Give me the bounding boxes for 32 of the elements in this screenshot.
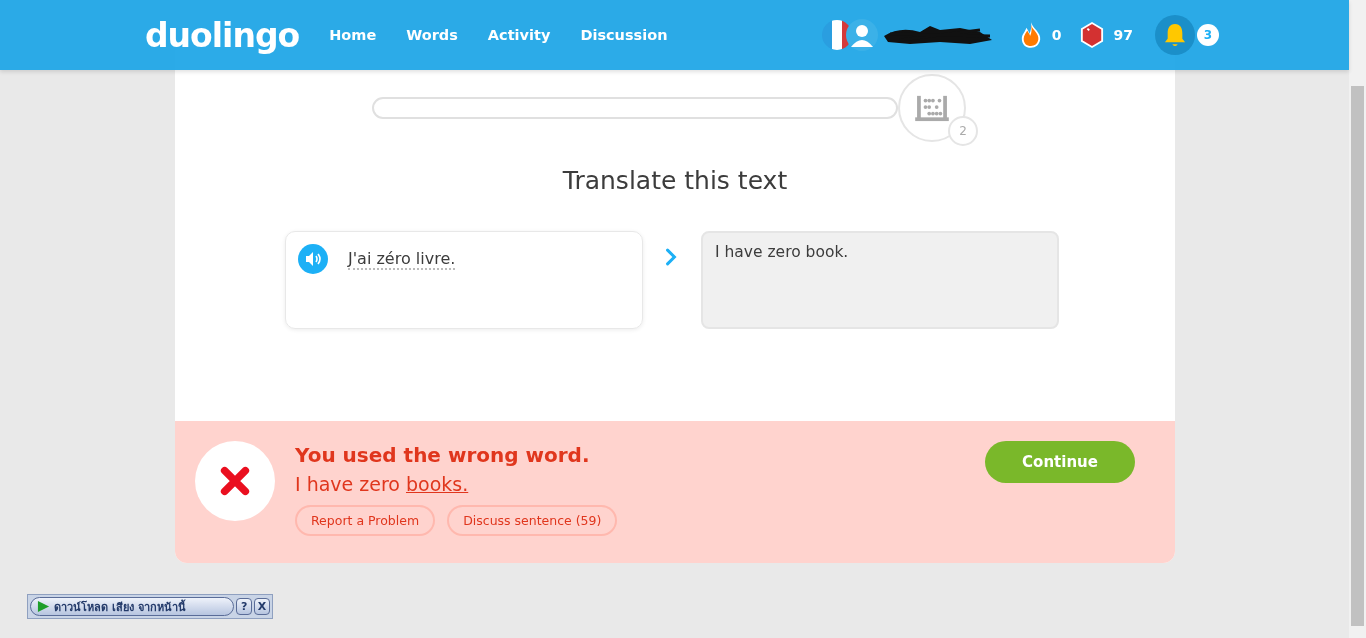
flame-icon[interactable] bbox=[1019, 21, 1042, 49]
streak-count: 0 bbox=[1051, 27, 1062, 43]
feedback-heading: You used the wrong word. bbox=[295, 443, 591, 467]
nav-link[interactable]: Discussion bbox=[580, 27, 668, 43]
scrollbar[interactable] bbox=[1349, 0, 1366, 638]
close-button[interactable]: X bbox=[254, 598, 270, 615]
pill-button[interactable]: Discuss sentence (59) bbox=[447, 505, 618, 536]
nav-link[interactable]: Home bbox=[329, 27, 377, 43]
logo[interactable]: duolingo bbox=[145, 15, 300, 55]
play-icon bbox=[37, 600, 50, 613]
cross-icon bbox=[219, 465, 251, 497]
pill-button[interactable]: Report a Problem bbox=[295, 505, 436, 536]
chevron-icon bbox=[665, 247, 677, 267]
abacus-icon bbox=[915, 94, 949, 122]
speaker-icon[interactable] bbox=[298, 244, 328, 274]
challenge-title: Translate this text bbox=[561, 166, 789, 195]
corrected-word: books. bbox=[406, 473, 469, 495]
gem-icon[interactable] bbox=[1079, 21, 1104, 49]
continue-button[interactable]: Continue bbox=[985, 441, 1135, 483]
prompt-sentence[interactable]: J'ai zéro livre. bbox=[348, 249, 456, 270]
bell-icon bbox=[1164, 23, 1186, 47]
avatar-icon[interactable] bbox=[845, 19, 878, 51]
notifications-button[interactable] bbox=[1155, 15, 1195, 55]
help-button[interactable]: ? bbox=[236, 598, 253, 615]
nav-link[interactable]: Activity bbox=[487, 27, 551, 43]
gem-count: 97 bbox=[1113, 27, 1133, 43]
answer-field[interactable]: I have zero book. bbox=[701, 231, 1059, 329]
correct-answer: I have zero bbox=[295, 473, 400, 495]
checkpoint-number: 2 bbox=[948, 116, 978, 146]
notification-badge: 3 bbox=[1197, 24, 1219, 46]
download-button[interactable]: ดาวน์โหลด เสียง จากหน้านี้ bbox=[30, 597, 235, 616]
nav-link[interactable]: Words bbox=[406, 27, 458, 43]
